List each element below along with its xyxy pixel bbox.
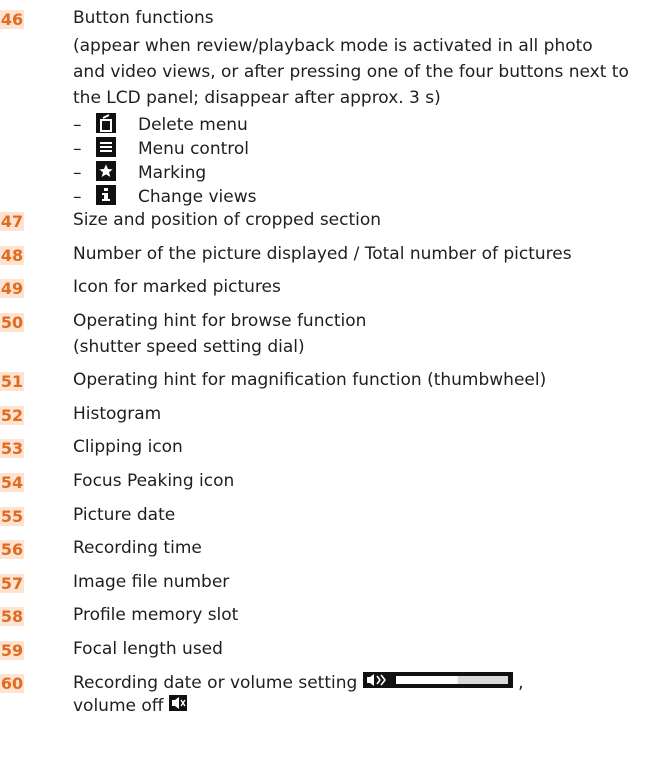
item-text: Clipping icon bbox=[73, 437, 183, 457]
item-number: 55 bbox=[0, 507, 24, 526]
item-number: 60 bbox=[0, 674, 24, 693]
button-function-label: Change views bbox=[138, 187, 257, 207]
item-text-part: Recording date or volume setting bbox=[73, 673, 358, 693]
item-number: 52 bbox=[0, 406, 24, 425]
item-number: 57 bbox=[0, 574, 24, 593]
item-text-part: , bbox=[518, 673, 524, 693]
volume-setting-icon bbox=[362, 671, 513, 695]
item-text: Operating hint for browse function bbox=[73, 311, 367, 331]
item-desc-line: and video views, or after pressing one o… bbox=[73, 62, 629, 82]
item-text: Focus Peaking icon bbox=[73, 471, 235, 491]
item-number: 47 bbox=[0, 212, 24, 231]
item-number: 49 bbox=[0, 279, 24, 298]
item-number: 59 bbox=[0, 641, 24, 660]
menu-icon bbox=[96, 137, 116, 157]
item-text: Number of the picture displayed / Total … bbox=[73, 244, 572, 264]
item-text: Image file number bbox=[73, 572, 230, 592]
item-number: 56 bbox=[0, 540, 24, 559]
star-icon bbox=[96, 161, 116, 181]
item-text: Size and position of cropped section bbox=[73, 210, 382, 230]
delete-icon bbox=[96, 113, 116, 133]
info-icon bbox=[96, 185, 116, 205]
item-desc-line: the LCD panel; disappear after approx. 3… bbox=[73, 88, 441, 108]
item-number: 58 bbox=[0, 607, 24, 626]
item-text: Recording time bbox=[73, 538, 202, 558]
item-text: Profile memory slot bbox=[73, 605, 239, 625]
item-number: 50 bbox=[0, 313, 24, 332]
item-text: Recording date or volume setting , bbox=[73, 671, 524, 695]
item-desc-line: (shutter speed setting dial) bbox=[73, 337, 305, 357]
item-number: 46 bbox=[0, 10, 24, 29]
item-desc-line: volume off bbox=[73, 695, 187, 717]
button-function-label: Menu control bbox=[138, 139, 250, 159]
button-function-label: Marking bbox=[138, 163, 207, 183]
item-text: Focal length used bbox=[73, 639, 223, 659]
button-function-label: Delete menu bbox=[138, 115, 248, 135]
item-text: Operating hint for magnification functio… bbox=[73, 370, 547, 390]
item-title: Button functions bbox=[73, 8, 214, 28]
item-number: 51 bbox=[0, 372, 24, 391]
item-text: Icon for marked pictures bbox=[73, 277, 281, 297]
item-number: 48 bbox=[0, 246, 24, 265]
volume-off-icon bbox=[168, 695, 187, 717]
item-number: 53 bbox=[0, 439, 24, 458]
item-number: 54 bbox=[0, 473, 24, 492]
item-text: Picture date bbox=[73, 505, 176, 525]
item-text: Histogram bbox=[73, 404, 162, 424]
item-desc-line: (appear when review/playback mode is act… bbox=[73, 36, 593, 56]
